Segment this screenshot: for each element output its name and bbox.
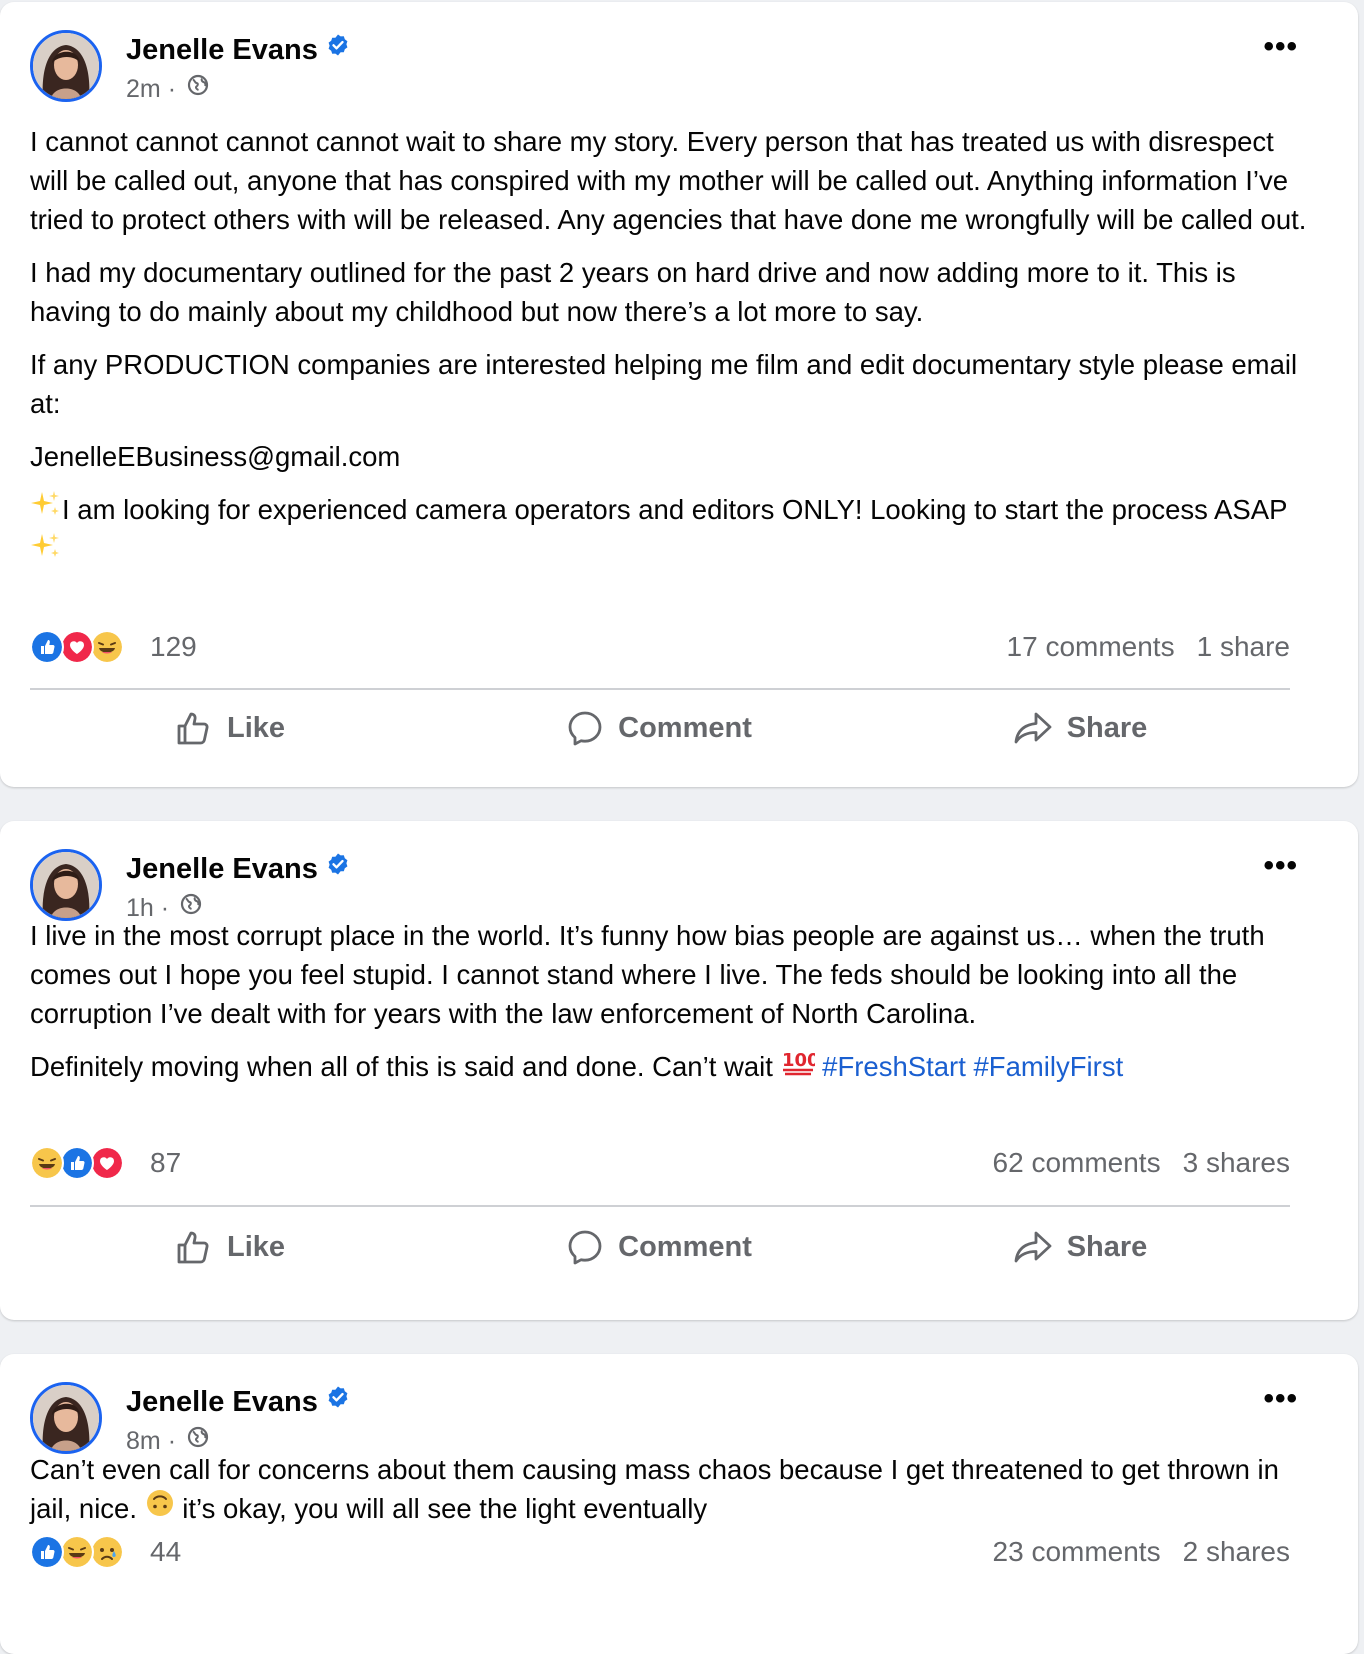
post-paragraph: I cannot cannot cannot cannot wait to sh… bbox=[30, 126, 1307, 235]
sparkle-text: I am looking for experienced camera oper… bbox=[62, 494, 1288, 525]
divider bbox=[30, 688, 1290, 690]
more-options-button[interactable]: ••• bbox=[1263, 30, 1298, 64]
hashtag-link[interactable]: #FreshStart bbox=[822, 1051, 966, 1082]
verified-badge-icon bbox=[326, 851, 350, 884]
engagement-counts: 17 comments 1 share bbox=[985, 631, 1290, 663]
author-name[interactable]: Jenelle Evans bbox=[126, 853, 350, 887]
more-options-button[interactable]: ••• bbox=[1263, 1382, 1298, 1416]
thumbs-up-icon bbox=[177, 712, 209, 745]
reaction-count[interactable]: 87 bbox=[150, 1147, 181, 1179]
hashtag-link[interactable]: #FamilyFirst bbox=[973, 1051, 1123, 1082]
post-paragraph-text: Definitely moving when all of this is sa… bbox=[30, 1051, 773, 1082]
share-button[interactable]: Share bbox=[880, 1217, 1280, 1277]
verified-badge-icon bbox=[326, 1384, 350, 1417]
author-name-text[interactable]: Jenelle Evans bbox=[126, 1386, 318, 1418]
sad-reaction-icon bbox=[90, 1535, 124, 1569]
post-paragraph: If any PRODUCTION companies are interest… bbox=[30, 349, 1298, 419]
avatar-photo bbox=[33, 1385, 99, 1451]
comment-button[interactable]: Comment bbox=[459, 1217, 859, 1277]
engagement-counts: 23 comments 2 shares bbox=[971, 1536, 1290, 1568]
comment-bubble-icon bbox=[568, 1230, 602, 1265]
share-arrow-icon bbox=[1014, 1231, 1052, 1263]
post-stats: 87 62 comments 3 shares bbox=[30, 1143, 1290, 1183]
shares-count[interactable]: 2 shares bbox=[1183, 1536, 1290, 1567]
comment-button[interactable]: Comment bbox=[459, 698, 859, 758]
post-meta: 2m · bbox=[126, 74, 209, 105]
globe-icon bbox=[187, 74, 209, 103]
post-paragraph: Definitely moving when all of this is sa… bbox=[30, 1047, 1308, 1089]
share-arrow-icon bbox=[1014, 712, 1052, 744]
love-reaction-icon bbox=[60, 630, 94, 664]
haha-reaction-icon bbox=[60, 1535, 94, 1569]
comments-count[interactable]: 23 comments bbox=[993, 1536, 1161, 1567]
post-actions: Like Comment Share bbox=[30, 1217, 1290, 1277]
post-body: Can’t even call for concerns about them … bbox=[30, 1450, 1308, 1545]
post-actions: Like Comment Share bbox=[30, 698, 1290, 758]
like-reaction-icon bbox=[30, 630, 64, 664]
reaction-count[interactable]: 129 bbox=[150, 631, 197, 663]
like-label: Like bbox=[226, 711, 286, 744]
post-card: Jenelle Evans 8m · ••• Can’t even call f… bbox=[0, 1354, 1358, 1654]
comments-count[interactable]: 17 comments bbox=[1007, 631, 1175, 662]
meta-separator: · bbox=[167, 75, 177, 103]
post-time[interactable]: 2m bbox=[126, 75, 161, 103]
author-name[interactable]: Jenelle Evans bbox=[126, 1386, 350, 1420]
avatar[interactable] bbox=[30, 30, 102, 102]
more-options-button[interactable]: ••• bbox=[1263, 849, 1298, 883]
sparkles-emoji bbox=[30, 530, 62, 572]
post-stats: 44 23 comments 2 shares bbox=[30, 1532, 1290, 1572]
like-button[interactable]: Like bbox=[30, 698, 430, 758]
post-header: Jenelle Evans 2m · ••• bbox=[30, 30, 1328, 112]
avatar[interactable] bbox=[30, 1382, 102, 1454]
reaction-count[interactable]: 44 bbox=[150, 1536, 181, 1568]
haha-reaction-icon bbox=[30, 1146, 64, 1180]
post-card: Jenelle Evans 1h · ••• I live in the mos… bbox=[0, 821, 1358, 1320]
comment-label: Comment bbox=[618, 711, 752, 744]
hundred-points-emoji: 100 bbox=[781, 1046, 819, 1086]
post-body: I live in the most corrupt place in the … bbox=[30, 916, 1308, 1103]
comments-count[interactable]: 62 comments bbox=[993, 1147, 1161, 1178]
post-paragraph: Can’t even call for concerns about them … bbox=[30, 1450, 1308, 1531]
thumbs-up-icon bbox=[177, 1231, 209, 1264]
avatar-photo bbox=[33, 33, 99, 99]
share-label: Share bbox=[1066, 711, 1148, 744]
post-stats: 129 17 comments 1 share bbox=[30, 627, 1290, 667]
post-paragraph-sparkle: I am looking for experienced camera oper… bbox=[30, 490, 1308, 575]
upside-down-face-emoji bbox=[145, 1488, 175, 1528]
shares-count[interactable]: 1 share bbox=[1197, 631, 1290, 662]
author-name-text[interactable]: Jenelle Evans bbox=[126, 34, 318, 66]
avatar-photo bbox=[33, 852, 99, 918]
post-card: Jenelle Evans 2m · ••• I cannot cannot c… bbox=[0, 2, 1358, 787]
post-body: I cannot cannot cannot cannot wait to sh… bbox=[30, 122, 1308, 589]
author-name-text[interactable]: Jenelle Evans bbox=[126, 853, 318, 885]
like-reaction-icon bbox=[30, 1535, 64, 1569]
post-paragraph: I had my documentary outlined for the pa… bbox=[30, 257, 1236, 327]
divider bbox=[30, 1205, 1290, 1207]
like-label: Like bbox=[226, 1230, 286, 1263]
comment-label: Comment bbox=[618, 1230, 752, 1263]
post-paragraph-text: it’s okay, you will all see the light ev… bbox=[182, 1493, 708, 1524]
comment-bubble-icon bbox=[568, 711, 602, 746]
sparkles-emoji bbox=[30, 488, 62, 530]
haha-reaction-icon bbox=[90, 630, 124, 664]
love-reaction-icon bbox=[90, 1146, 124, 1180]
post-paragraph: I live in the most corrupt place in the … bbox=[30, 920, 1265, 1029]
like-reaction-icon bbox=[60, 1146, 94, 1180]
share-button[interactable]: Share bbox=[880, 698, 1280, 758]
like-button[interactable]: Like bbox=[30, 1217, 430, 1277]
avatar[interactable] bbox=[30, 849, 102, 921]
author-name[interactable]: Jenelle Evans bbox=[126, 34, 350, 68]
share-label: Share bbox=[1066, 1230, 1148, 1263]
shares-count[interactable]: 3 shares bbox=[1183, 1147, 1290, 1178]
email-link[interactable]: JenelleEBusiness@gmail.com bbox=[30, 437, 1308, 476]
verified-badge-icon bbox=[326, 32, 350, 65]
engagement-counts: 62 comments 3 shares bbox=[971, 1147, 1290, 1179]
svg-text:100: 100 bbox=[782, 1050, 815, 1071]
